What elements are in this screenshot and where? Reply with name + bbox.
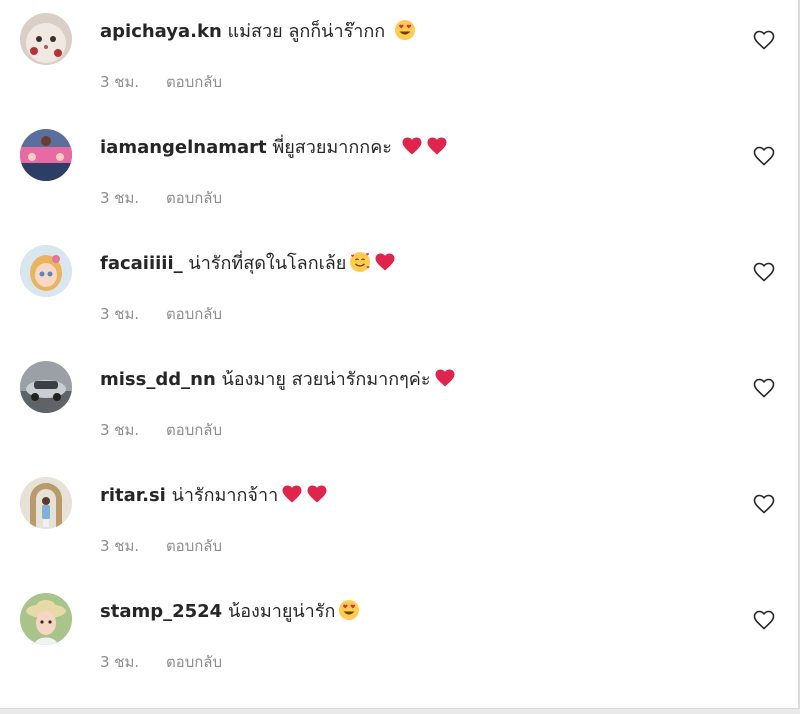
comment-body: stamp_2524 น้องมายูน่ารัก: [100, 599, 360, 625]
comment-text: น้องมายู สวยน่ารักมากๆค่ะ: [221, 369, 431, 390]
comment-text: น้องมายูน่ารัก: [227, 601, 336, 622]
avatar[interactable]: [20, 361, 72, 413]
like-button[interactable]: [752, 608, 776, 632]
heart-outline-icon: [753, 30, 775, 50]
comment-username[interactable]: apichaya.kn: [100, 21, 222, 42]
comment-body: apichaya.kn แม่สวย ลูกก็น่าร๊ากก: [100, 19, 416, 45]
comment-meta: 3 ชม. ตอบกลับ: [100, 302, 222, 326]
reply-button[interactable]: ตอบกลับ: [166, 73, 222, 91]
comment-time: 3 ชม.: [100, 653, 140, 671]
woman-hat-avatar-icon: [20, 593, 72, 645]
like-button[interactable]: [752, 260, 776, 284]
comment-username[interactable]: facaiiiii_: [100, 253, 183, 274]
comment-meta: 3 ชม. ตอบกลับ: [100, 650, 222, 674]
comment-item: apichaya.kn แม่สวย ลูกก็น่าร๊ากก 3 ชม. ต…: [0, 0, 798, 116]
comment-time: 3 ชม.: [100, 537, 140, 555]
red-heart-emoji-icon: [281, 483, 303, 505]
red-heart-emoji-icon: [401, 135, 423, 157]
comment-meta: 3 ชม. ตอบกลับ: [100, 70, 222, 94]
comment-item: facaiiiii_ น่ารักที่สุดในโลกเล้ย 3 ชม. ต…: [0, 232, 798, 348]
heart-eyes-emoji-icon: [338, 599, 360, 621]
like-button[interactable]: [752, 492, 776, 516]
comment-text: พี่ยูสวยมากกคะ: [272, 137, 392, 158]
cat-avatar-icon: [20, 13, 72, 65]
reply-button[interactable]: ตอบกลับ: [166, 305, 222, 323]
red-heart-emoji-icon: [426, 135, 448, 157]
smiling-hearts-emoji-icon: [349, 251, 371, 273]
comment-item: iamangelnamart พี่ยูสวยมากกคะ 3 ชม. ตอบก…: [0, 116, 798, 232]
heart-outline-icon: [753, 494, 775, 514]
comment-username[interactable]: stamp_2524: [100, 601, 222, 622]
comment-body: ritar.si น่ารักมากจ้าา: [100, 483, 328, 509]
avatar[interactable]: [20, 245, 72, 297]
comment-text: น่ารักมากจ้าา: [171, 485, 279, 506]
red-heart-emoji-icon: [374, 251, 396, 273]
window-edge-bottom: [0, 708, 800, 714]
heart-outline-icon: [753, 146, 775, 166]
comment-body: miss_dd_nn น้องมายู สวยน่ารักมากๆค่ะ: [100, 367, 456, 393]
like-button[interactable]: [752, 28, 776, 52]
group-photo-avatar-icon: [20, 129, 72, 181]
comment-item: miss_dd_nn น้องมายู สวยน่ารักมากๆค่ะ 3 ช…: [0, 348, 798, 464]
comment-username[interactable]: ritar.si: [100, 485, 166, 506]
comment-time: 3 ชม.: [100, 305, 140, 323]
avatar[interactable]: [20, 477, 72, 529]
heart-eyes-emoji-icon: [394, 19, 416, 41]
comment-username[interactable]: iamangelnamart: [100, 137, 267, 158]
comment-time: 3 ชม.: [100, 189, 140, 207]
reply-button[interactable]: ตอบกลับ: [166, 653, 222, 671]
reply-button[interactable]: ตอบกลับ: [166, 537, 222, 555]
reply-button[interactable]: ตอบกลับ: [166, 189, 222, 207]
avatar[interactable]: [20, 593, 72, 645]
reply-button[interactable]: ตอบกลับ: [166, 421, 222, 439]
comment-text: น่ารักที่สุดในโลกเล้ย: [188, 253, 347, 274]
comment-item: ritar.si น่ารักมากจ้าา 3 ชม. ตอบกลับ: [0, 464, 798, 580]
heart-outline-icon: [753, 610, 775, 630]
person-arch-avatar-icon: [20, 477, 72, 529]
red-heart-emoji-icon: [434, 367, 456, 389]
comments-list: apichaya.kn แม่สวย ลูกก็น่าร๊ากก 3 ชม. ต…: [0, 0, 798, 696]
heart-outline-icon: [753, 262, 775, 282]
comment-meta: 3 ชม. ตอบกลับ: [100, 534, 222, 558]
car-photo-avatar-icon: [20, 361, 72, 413]
comment-text: แม่สวย ลูกก็น่าร๊ากก: [227, 21, 386, 42]
heart-outline-icon: [753, 378, 775, 398]
comment-item: stamp_2524 น้องมายูน่ารัก 3 ชม. ตอบกลับ: [0, 580, 798, 696]
avatar[interactable]: [20, 13, 72, 65]
red-heart-emoji-icon: [306, 483, 328, 505]
comment-body: iamangelnamart พี่ยูสวยมากกคะ: [100, 135, 448, 161]
cartoon-girl-avatar-icon: [20, 245, 72, 297]
comment-time: 3 ชม.: [100, 73, 140, 91]
comment-meta: 3 ชม. ตอบกลับ: [100, 186, 222, 210]
comment-time: 3 ชม.: [100, 421, 140, 439]
like-button[interactable]: [752, 376, 776, 400]
like-button[interactable]: [752, 144, 776, 168]
avatar[interactable]: [20, 129, 72, 181]
comment-meta: 3 ชม. ตอบกลับ: [100, 418, 222, 442]
comment-body: facaiiiii_ น่ารักที่สุดในโลกเล้ย: [100, 251, 396, 277]
comment-username[interactable]: miss_dd_nn: [100, 369, 216, 390]
